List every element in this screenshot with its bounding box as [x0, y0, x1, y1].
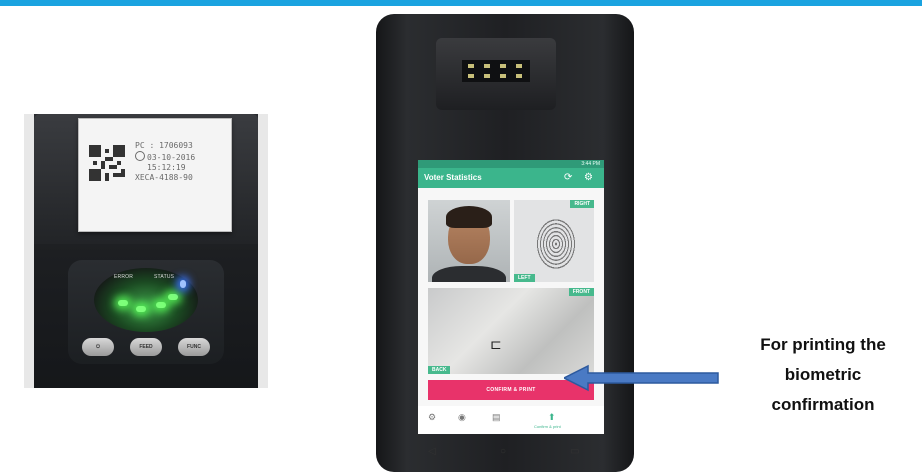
bottom-nav: ⚙ ◉ ▤ ⬆ Confirm & print [418, 406, 604, 434]
right-tag: RIGHT [570, 200, 594, 208]
receipt-line: 15:12:19 [147, 163, 186, 172]
receipt-line: PC : 1706093 [135, 141, 193, 150]
caption-line: For printing the [760, 335, 886, 354]
handheld-device-photo: 3:44 PM Voter Statistics ⟳ ⚙ RIGHT LEFT … [376, 14, 634, 472]
status-led [118, 300, 128, 306]
receipt-line: 03-10-2016 [135, 151, 195, 163]
home-key-icon[interactable]: ○ [500, 446, 506, 457]
receipt-text: PC : 1706093 03-10-2016 15:12:19 XECA-41… [135, 141, 195, 183]
front-tag: FRONT [568, 288, 594, 296]
app-title: Voter Statistics [424, 173, 482, 182]
document-nav-icon[interactable]: ▤ [492, 412, 501, 423]
status-time: 3:44 PM [581, 161, 600, 167]
fingerprint-icon [536, 218, 576, 270]
hardware-keys: ◁ ○ ▭ [416, 446, 596, 460]
fingerprint-panel: RIGHT LEFT [514, 200, 594, 282]
power-icon: ⏻ [96, 344, 100, 350]
status-label: STATUS [154, 274, 175, 280]
back-tag[interactable]: BACK [428, 366, 451, 374]
qr-code-icon [89, 145, 125, 181]
power-button[interactable]: ⏻ [82, 338, 114, 356]
feed-button[interactable]: FEED [130, 338, 162, 356]
settings-nav-icon[interactable]: ⚙ [428, 412, 436, 423]
nav-confirm-label: Confirm & print [534, 424, 561, 429]
back-key-icon[interactable]: ◁ [428, 446, 436, 457]
error-label: ERROR [114, 274, 134, 280]
caption: For printing the biometric confirmation [724, 330, 922, 420]
phone-screen: 3:44 PM Voter Statistics ⟳ ⚙ RIGHT LEFT … [418, 160, 604, 434]
caption-line: confirmation [771, 395, 875, 414]
camera-nav-icon[interactable]: ◉ [458, 412, 466, 423]
caption-line: biometric [784, 365, 862, 384]
status-led [168, 294, 178, 300]
printer-control-panel: ERROR STATUS ⏻ FEED FUNC [68, 260, 224, 364]
status-led [136, 306, 146, 312]
indicator-window [94, 268, 198, 332]
gear-icon[interactable]: ⚙ [584, 172, 593, 184]
app-bar: Voter Statistics ⟳ ⚙ [418, 168, 604, 188]
card-reader [436, 38, 556, 110]
pointer-arrow [564, 364, 719, 392]
status-bar: 3:44 PM [418, 160, 604, 168]
bluetooth-led [180, 280, 186, 288]
clock-icon [135, 151, 145, 161]
refresh-icon[interactable]: ⟳ [564, 172, 572, 184]
receipt-line: XECA-4188-90 [135, 173, 193, 182]
status-led [156, 302, 166, 308]
printed-receipt: PC : 1706093 03-10-2016 15:12:19 XECA-41… [78, 118, 232, 232]
document-photo: FRONT BACK ⊏ [428, 288, 594, 374]
document-icon: ⊏ [490, 336, 502, 352]
print-nav-icon[interactable]: ⬆ [548, 412, 556, 423]
left-tag[interactable]: LEFT [514, 274, 535, 282]
func-button[interactable]: FUNC [178, 338, 210, 356]
top-accent-bar [0, 0, 922, 6]
face-photo [428, 200, 510, 282]
thermal-printer-photo: PC : 1706093 03-10-2016 15:12:19 XECA-41… [24, 114, 268, 388]
menu-key-icon[interactable]: ▭ [570, 446, 579, 457]
